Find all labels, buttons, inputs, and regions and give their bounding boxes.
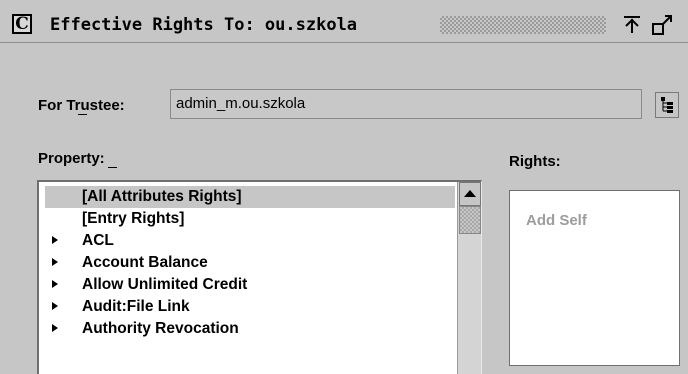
title-bar-drag-area[interactable] bbox=[440, 16, 606, 34]
expand-arrow-icon[interactable] bbox=[50, 257, 60, 267]
app-icon[interactable]: C bbox=[12, 14, 32, 34]
trustee-mnemonic-underline bbox=[78, 114, 87, 115]
restore-icon bbox=[652, 15, 672, 35]
window-title: Effective Rights To: ou.szkola bbox=[50, 15, 358, 35]
list-item-label: Authority Revocation bbox=[82, 320, 239, 337]
list-item-label: Allow Unlimited Credit bbox=[82, 276, 248, 293]
property-list-scrollbar[interactable] bbox=[457, 182, 481, 374]
maximize-button[interactable] bbox=[620, 13, 644, 37]
list-item[interactable]: Allow Unlimited Credit bbox=[45, 274, 455, 296]
scroll-up-button[interactable] bbox=[459, 182, 481, 206]
restore-button[interactable] bbox=[650, 13, 674, 37]
rights-list[interactable]: Add Self bbox=[509, 190, 680, 366]
list-item-label: ACL bbox=[82, 232, 114, 249]
list-item[interactable]: Authority Revocation bbox=[45, 318, 455, 340]
expand-arrow-icon[interactable] bbox=[50, 301, 60, 311]
list-item[interactable]: [All Attributes Rights] bbox=[45, 186, 455, 208]
title-bar[interactable]: C Effective Rights To: ou.szkola bbox=[0, 0, 688, 43]
rights-item-add-self[interactable]: Add Self bbox=[526, 212, 587, 229]
list-item[interactable]: Account Balance bbox=[45, 252, 455, 274]
list-item[interactable]: [Entry Rights] bbox=[45, 208, 455, 230]
rights-label: Rights: bbox=[509, 153, 561, 170]
expand-arrow-icon[interactable] bbox=[50, 279, 60, 289]
trustee-label: For Trustee: bbox=[38, 97, 125, 114]
tree-browse-icon bbox=[661, 97, 673, 113]
expand-arrow-icon[interactable] bbox=[50, 323, 60, 333]
list-item-label: Audit:File Link bbox=[82, 298, 190, 315]
list-item-label: [Entry Rights] bbox=[82, 210, 185, 227]
scroll-thumb[interactable] bbox=[459, 206, 481, 234]
property-list[interactable]: [All Attributes Rights] [Entry Rights] A… bbox=[37, 180, 482, 374]
list-item-label: Account Balance bbox=[82, 254, 208, 271]
property-label: Property: bbox=[38, 150, 105, 167]
browse-trustee-button[interactable] bbox=[655, 92, 679, 118]
maximize-icon bbox=[624, 16, 640, 33]
list-item[interactable]: ACL bbox=[45, 230, 455, 252]
list-item-label: [All Attributes Rights] bbox=[82, 188, 242, 205]
property-mnemonic-underline bbox=[108, 167, 117, 168]
trustee-field[interactable]: admin_m.ou.szkola bbox=[170, 89, 642, 119]
scroll-up-arrow-icon bbox=[464, 190, 476, 197]
expand-arrow-icon[interactable] bbox=[50, 235, 60, 245]
list-item[interactable]: Audit:File Link bbox=[45, 296, 455, 318]
